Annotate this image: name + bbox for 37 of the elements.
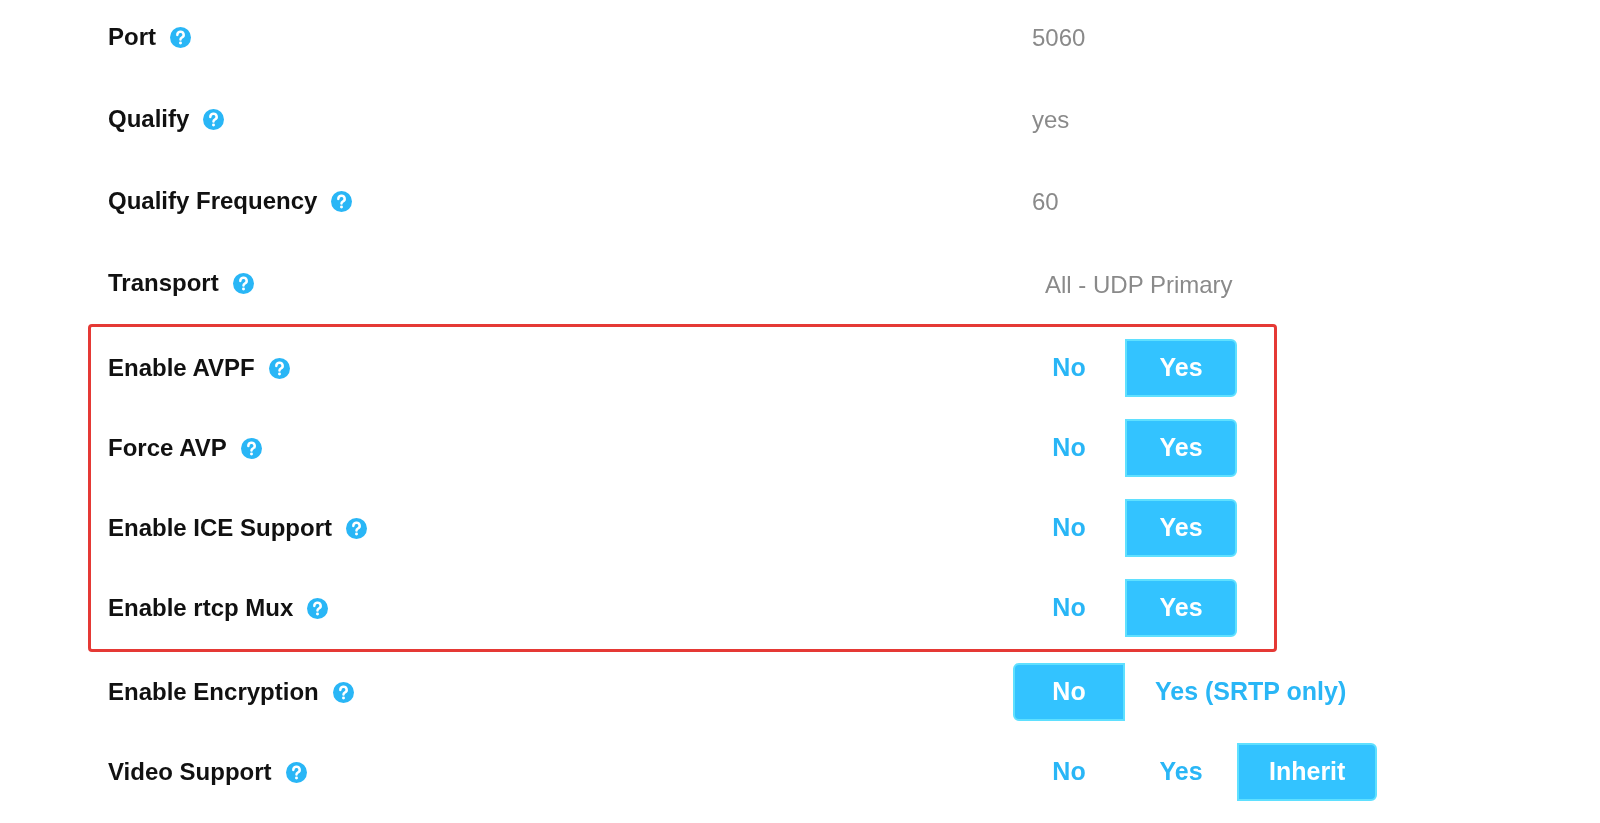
setting-value: yes xyxy=(1031,105,1070,135)
help-icon[interactable] xyxy=(203,108,225,130)
help-icon[interactable] xyxy=(268,357,290,379)
select-value: All - UDP Primary xyxy=(1044,270,1233,300)
setting-label: Transport xyxy=(108,268,219,298)
setting-label: Enable ICE Support xyxy=(108,513,332,543)
setting-label: Force AVP xyxy=(108,433,227,463)
option-button[interactable]: No xyxy=(1013,743,1125,801)
setting-label: Qualify Frequency xyxy=(108,186,318,216)
setting-label: Enable AVPF xyxy=(108,353,255,383)
option-button[interactable]: Yes xyxy=(1125,419,1237,477)
help-icon[interactable] xyxy=(232,272,254,294)
help-icon[interactable] xyxy=(346,517,367,539)
setting-value: 60 xyxy=(1031,187,1059,217)
setting-label: Qualify xyxy=(108,104,190,134)
help-icon[interactable] xyxy=(307,597,329,619)
option-button[interactable]: Yes xyxy=(1125,579,1237,637)
help-icon[interactable] xyxy=(240,437,262,459)
option-button[interactable]: No xyxy=(1013,419,1125,477)
help-icon[interactable] xyxy=(285,761,307,783)
setting-label: Video Support xyxy=(108,757,272,787)
setting-value: 5060 xyxy=(1031,23,1086,53)
setting-label: Port xyxy=(108,22,156,52)
help-icon[interactable] xyxy=(170,26,191,48)
option-button[interactable]: Yes xyxy=(1125,499,1237,557)
option-button[interactable]: Yes (SRTP only) xyxy=(1125,663,1377,721)
help-icon[interactable] xyxy=(332,681,354,703)
option-button[interactable]: No xyxy=(1013,339,1125,397)
option-button[interactable]: No xyxy=(1013,663,1125,721)
option-button[interactable]: Inherit xyxy=(1237,743,1378,801)
option-button[interactable]: Yes xyxy=(1125,339,1237,397)
setting-label: Enable rtcp Mux xyxy=(108,593,294,623)
option-button[interactable]: No xyxy=(1013,579,1125,637)
option-button[interactable]: No xyxy=(1013,499,1125,557)
option-button[interactable]: Yes xyxy=(1125,743,1237,801)
setting-label: Enable Encryption xyxy=(108,677,319,707)
help-icon[interactable] xyxy=(331,190,353,212)
